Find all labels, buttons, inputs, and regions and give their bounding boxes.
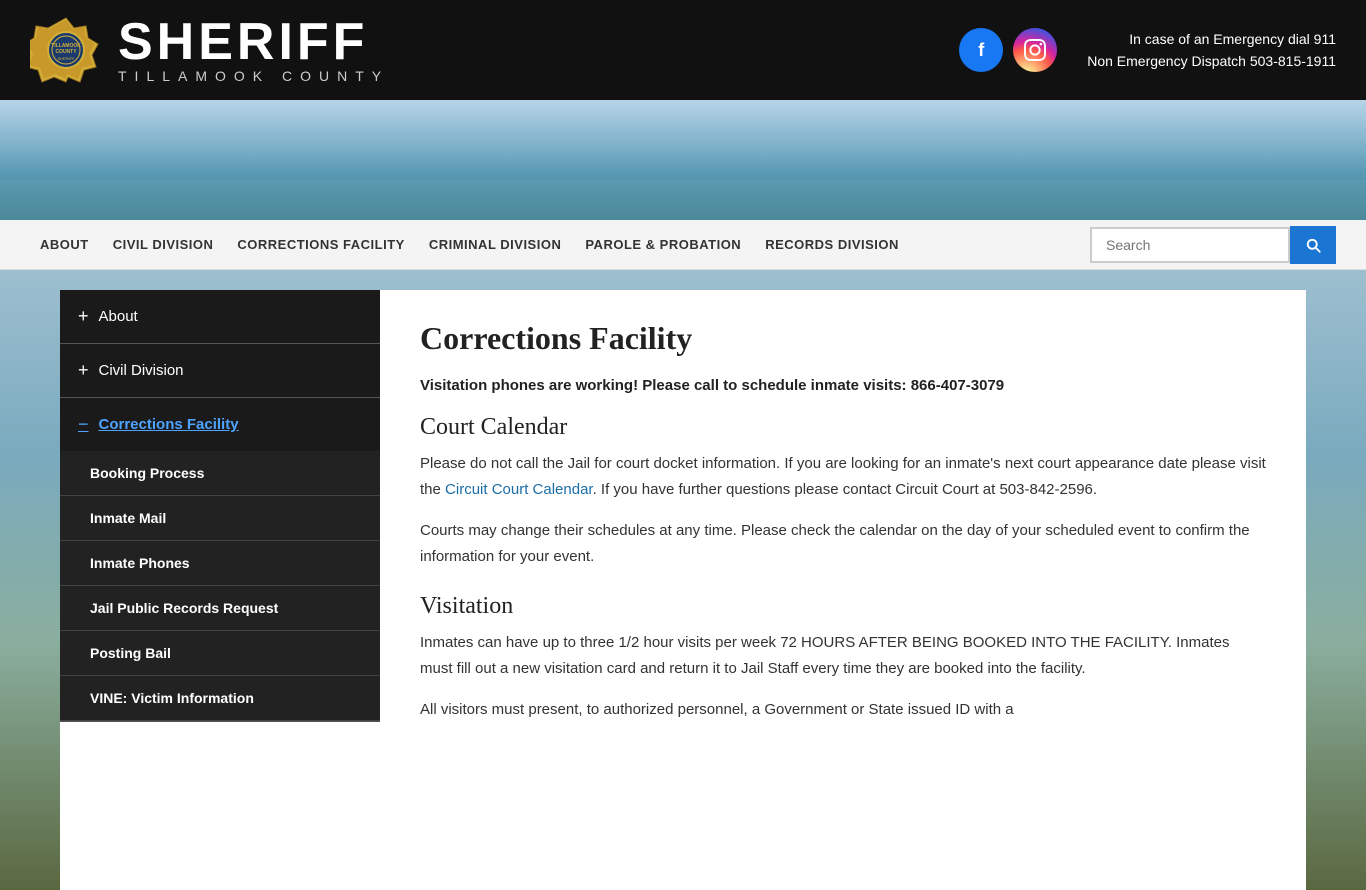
expand-icon-civil: + <box>78 360 89 381</box>
sidebar-corrections-label: Corrections Facility <box>99 416 239 433</box>
court-calendar-paragraph2: Courts may change their schedules at any… <box>420 518 1266 569</box>
page-title: Corrections Facility <box>420 320 1266 357</box>
nav-about[interactable]: ABOUT <box>30 223 99 266</box>
sheriff-text-block: SHERIFF TILLAMOOK COUNTY <box>118 16 389 84</box>
sidebar-civil-header[interactable]: + Civil Division <box>60 344 380 397</box>
court-calendar-section: Court Calendar Please do not call the Ja… <box>420 414 1266 569</box>
nav-records[interactable]: RECORDS DIVISION <box>755 223 909 266</box>
instagram-button[interactable] <box>1013 28 1057 72</box>
nav-links: ABOUT CIVIL DIVISION CORRECTIONS FACILIT… <box>30 223 1090 266</box>
court-calendar-title: Court Calendar <box>420 414 1266 441</box>
sidebar-about-label: About <box>99 308 138 325</box>
main-content-area: Corrections Facility Visitation phones a… <box>380 290 1306 890</box>
main-nav: ABOUT CIVIL DIVISION CORRECTIONS FACILIT… <box>0 220 1366 270</box>
sidebar-about-header[interactable]: + About <box>60 290 380 343</box>
emergency-line1: In case of an Emergency dial 911 <box>1087 28 1336 50</box>
search-button[interactable] <box>1290 226 1336 264</box>
sidebar-sub-posting-bail[interactable]: Posting Bail <box>60 631 380 676</box>
nav-civil[interactable]: CIVIL DIVISION <box>103 223 224 266</box>
logo-area: TILLAMOOK COUNTY SHERIFF SHERIFF TILLAMO… <box>30 14 959 86</box>
sidebar-sub-vine[interactable]: VINE: Victim Information <box>60 676 380 721</box>
page-background: + About + Civil Division − Corrections F… <box>0 270 1366 890</box>
court-calendar-text2: . If you have further questions please c… <box>593 481 1097 498</box>
sheriff-subtitle: TILLAMOOK COUNTY <box>118 68 389 84</box>
nav-corrections[interactable]: CORRECTIONS FACILITY <box>227 223 414 266</box>
search-form <box>1090 226 1336 264</box>
visitation-paragraph1: Inmates can have up to three 1/2 hour vi… <box>420 630 1266 681</box>
nav-parole[interactable]: PAROLE & PROBATION <box>575 223 751 266</box>
facebook-button[interactable]: f <box>959 28 1003 72</box>
sidebar-item-civil: + Civil Division <box>60 344 380 398</box>
search-input[interactable] <box>1090 227 1290 263</box>
sidebar-item-about: + About <box>60 290 380 344</box>
svg-text:SHERIFF: SHERIFF <box>57 56 75 61</box>
hero-banner <box>0 100 1366 220</box>
visitation-section: Visitation Inmates can have up to three … <box>420 593 1266 723</box>
alert-text: Visitation phones are working! Please ca… <box>420 377 1266 394</box>
sidebar-sub-jail-records[interactable]: Jail Public Records Request <box>60 586 380 631</box>
site-header: TILLAMOOK COUNTY SHERIFF SHERIFF TILLAMO… <box>0 0 1366 100</box>
contact-info: In case of an Emergency dial 911 Non Eme… <box>1087 28 1336 73</box>
expand-icon-about: + <box>78 306 89 327</box>
main-content: + About + Civil Division − Corrections F… <box>60 290 1306 890</box>
search-icon <box>1304 236 1322 254</box>
circuit-court-link[interactable]: Circuit Court Calendar <box>445 481 593 498</box>
sheriff-badge-icon: TILLAMOOK COUNTY SHERIFF <box>30 14 102 86</box>
nav-criminal[interactable]: CRIMINAL DIVISION <box>419 223 572 266</box>
sidebar-civil-label: Civil Division <box>99 362 184 379</box>
social-links: f <box>959 28 1057 72</box>
court-calendar-paragraph1: Please do not call the Jail for court do… <box>420 451 1266 502</box>
visitation-title: Visitation <box>420 593 1266 620</box>
instagram-icon <box>1024 39 1046 61</box>
sidebar-item-corrections: − Corrections Facility Booking Process I… <box>60 398 380 722</box>
sidebar-sub-inmate-phones[interactable]: Inmate Phones <box>60 541 380 586</box>
sidebar: + About + Civil Division − Corrections F… <box>60 290 380 890</box>
sidebar-sub-booking[interactable]: Booking Process <box>60 451 380 496</box>
visitation-paragraph2: All visitors must present, to authorized… <box>420 697 1266 723</box>
sheriff-title: SHERIFF <box>118 16 389 68</box>
sidebar-sub-inmate-mail[interactable]: Inmate Mail <box>60 496 380 541</box>
svg-text:COUNTY: COUNTY <box>55 49 77 55</box>
sidebar-corrections-header[interactable]: − Corrections Facility <box>60 398 380 451</box>
emergency-line2: Non Emergency Dispatch 503-815-1911 <box>1087 50 1336 72</box>
collapse-icon-corrections: − <box>78 414 89 435</box>
